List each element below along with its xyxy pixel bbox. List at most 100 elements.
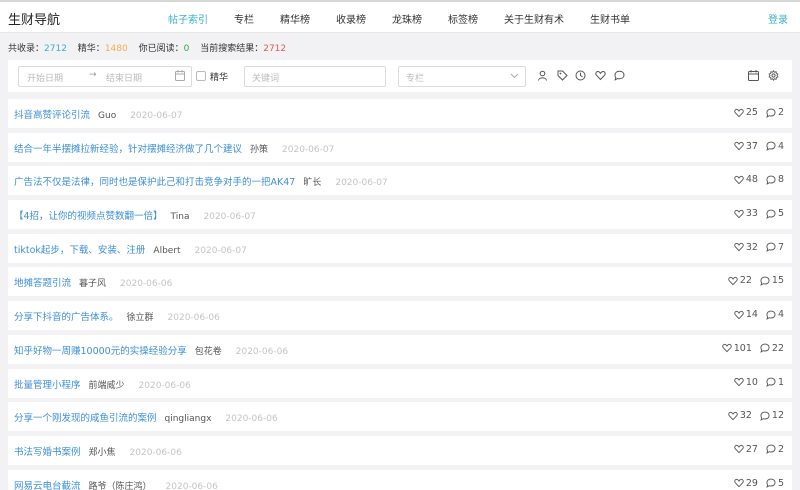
nav-about[interactable]: 关于生财有术: [504, 11, 564, 26]
essence-checkbox[interactable]: [196, 71, 206, 81]
brand-logo[interactable]: 生财导航: [8, 9, 60, 28]
comment-icon[interactable]: [766, 377, 776, 387]
comment-icon[interactable]: [766, 209, 776, 219]
nav-tag-rank[interactable]: 标签榜: [448, 11, 478, 26]
post-title-text[interactable]: 结合一年半摆摊拉新经验，针对摆摊经济做了几个建议: [14, 144, 242, 155]
login-link[interactable]: 登录: [768, 11, 788, 26]
post-author[interactable]: qingliangx: [165, 414, 212, 424]
heart-icon[interactable]: [734, 175, 744, 185]
post-author[interactable]: Guo: [98, 111, 116, 121]
post-author[interactable]: 徐立群: [127, 313, 154, 323]
post-title-text[interactable]: 书法写婚书案例: [14, 447, 81, 458]
post-author[interactable]: Albert: [153, 246, 180, 256]
post-author[interactable]: 郑小焦: [89, 448, 116, 458]
date-range-picker[interactable]: 开始日期 → 结束日期: [18, 66, 192, 87]
post-date: 2020-06-06: [225, 414, 278, 425]
heart-icon[interactable]: [734, 310, 744, 320]
post-title[interactable]: 【4招，让你的视频点赞数翻一倍】 Tina 2020-06-07: [14, 208, 256, 222]
post-title-text[interactable]: 分享一个刚发现的咸鱼引流的案例: [14, 413, 157, 424]
nav-essence-rank[interactable]: 精华榜: [280, 11, 310, 26]
list-item[interactable]: 分享下抖音的广告体系。 徐立群 2020-06-06 14 4: [8, 301, 792, 331]
nav-collect-rank[interactable]: 收录榜: [336, 11, 366, 26]
nav-posts-index[interactable]: 帖子索引: [168, 11, 208, 26]
heart-icon[interactable]: [734, 242, 744, 252]
post-author[interactable]: 前端威少: [89, 381, 125, 391]
post-author[interactable]: 包花卷: [195, 347, 222, 357]
post-title[interactable]: 结合一年半摆摊拉新经验，针对摆摊经济做了几个建议 孙策 2020-06-07: [14, 141, 334, 155]
list-item[interactable]: 网易云电台截流 路爷（陈庄鸿） 2020-06-06 29 5: [8, 469, 792, 490]
arrow-right-icon: →: [89, 70, 97, 80]
comment-icon[interactable]: [766, 310, 776, 320]
list-item[interactable]: 结合一年半摆摊拉新经验，针对摆摊经济做了几个建议 孙策 2020-06-07 37 …: [8, 132, 792, 162]
comment-icon[interactable]: [766, 108, 776, 118]
comment-icon[interactable]: [766, 242, 776, 253]
comment-icon[interactable]: [766, 478, 776, 488]
post-title[interactable]: 书法写婚书案例 郑小焦 2020-06-06: [14, 444, 182, 458]
comment-icon[interactable]: [766, 444, 776, 455]
list-item[interactable]: 【4招，让你的视频点赞数翻一倍】 Tina 2020-06-07 33 5: [8, 200, 792, 230]
post-title-text[interactable]: 抖音高赞评论引流: [14, 110, 90, 121]
nav-columns[interactable]: 专栏: [234, 11, 254, 26]
post-title-text[interactable]: 【4招，让你的视频点赞数翻一倍】: [14, 211, 163, 222]
clock-icon[interactable]: [575, 70, 586, 81]
post-title[interactable]: 分享一个刚发现的咸鱼引流的案例 qingliangx 2020-06-06: [14, 410, 278, 424]
settings-gear-icon[interactable]: [768, 70, 779, 81]
list-item[interactable]: 知乎好物一周赚10000元的实操经验分享 包花卷 2020-06-06 101 22: [8, 334, 792, 364]
post-author[interactable]: Tina: [171, 212, 190, 222]
column-select[interactable]: 专栏: [398, 66, 526, 87]
heart-icon[interactable]: [734, 141, 744, 151]
post-author[interactable]: 旷长: [303, 178, 321, 188]
post-title-text[interactable]: 地摊答题引流: [14, 278, 71, 289]
post-title[interactable]: 抖音高赞评论引流 Guo 2020-06-07: [14, 107, 183, 121]
calendar-view-icon[interactable]: [748, 70, 759, 81]
list-item[interactable]: 批量管理小程序 前端威少 2020-06-06 10 1: [8, 368, 792, 398]
post-title-text[interactable]: tiktok起步，下载、安装、注册: [14, 245, 145, 256]
list-item[interactable]: 书法写婚书案例 郑小焦 2020-06-06 27 2: [8, 435, 792, 465]
list-item[interactable]: tiktok起步，下载、安装、注册 Albert 2020-06-07 32 7: [8, 233, 792, 263]
heart-icon[interactable]: [734, 478, 744, 488]
comment-icon[interactable]: [760, 276, 770, 286]
post-title[interactable]: 知乎好物一周赚10000元的实操经验分享 包花卷 2020-06-06: [14, 343, 288, 357]
top-navbar: 生财导航 帖子索引 专栏 精华榜 收录榜 龙珠榜 标签榜 关于生财有术 生财书单…: [0, 0, 800, 33]
nav-dragonball-rank[interactable]: 龙珠榜: [392, 11, 422, 26]
heart-icon[interactable]: [728, 411, 738, 421]
post-title[interactable]: 地摊答题引流 暮子风 2020-06-06: [14, 275, 172, 289]
heart-filter-icon[interactable]: [595, 70, 606, 81]
list-item[interactable]: 地摊答题引流 暮子风 2020-06-06 22 15: [8, 267, 792, 297]
post-title[interactable]: 分享下抖音的广告体系。 徐立群 2020-06-06: [14, 309, 220, 323]
comment-filter-icon[interactable]: [614, 70, 625, 81]
post-date: 2020-06-07: [335, 178, 388, 189]
list-item[interactable]: 分享一个刚发现的咸鱼引流的案例 qingliangx 2020-06-06 32 1…: [8, 402, 792, 432]
list-item[interactable]: 广告法不仅是法律，同时也是保护此己和打击竞争对手的一把AK47 旷长 2020-06…: [8, 166, 792, 196]
comment-icon[interactable]: [766, 175, 776, 185]
nav-booklist[interactable]: 生财书单: [590, 11, 630, 26]
list-item[interactable]: 抖音高赞评论引流 Guo 2020-06-07 25 2: [8, 99, 792, 128]
post-title[interactable]: 广告法不仅是法律，同时也是保护此己和打击竞争对手的一把AK47 旷长 2020-06…: [14, 174, 388, 188]
post-date: 2020-06-06: [165, 481, 218, 490]
comment-icon[interactable]: [760, 343, 770, 354]
comment-icon[interactable]: [760, 411, 770, 421]
post-title-text[interactable]: 分享下抖音的广告体系。: [14, 312, 119, 323]
comment-count: 5: [777, 477, 784, 489]
keyword-input[interactable]: 关键词: [244, 66, 386, 87]
post-author[interactable]: 路爷（陈庄鸿）: [89, 482, 152, 490]
post-title[interactable]: tiktok起步，下载、安装、注册 Albert 2020-06-07: [14, 242, 247, 256]
post-list: 抖音高赞评论引流 Guo 2020-06-07 25 2 结合一年半摆摊拉新经验，针…: [8, 99, 792, 490]
heart-icon[interactable]: [734, 444, 744, 454]
post-title-text[interactable]: 批量管理小程序: [14, 380, 81, 391]
post-title[interactable]: 批量管理小程序 前端威少 2020-06-06: [14, 377, 191, 391]
heart-icon[interactable]: [728, 276, 738, 286]
post-author[interactable]: 暮子风: [79, 279, 106, 289]
heart-icon[interactable]: [722, 343, 732, 353]
tag-filter-icon[interactable]: [557, 70, 568, 81]
post-title-text[interactable]: 知乎好物一周赚10000元的实操经验分享: [14, 346, 187, 357]
post-title-text[interactable]: 广告法不仅是法律，同时也是保护此己和打击竞争对手的一把AK47: [14, 177, 295, 188]
post-title[interactable]: 网易云电台截流 路爷（陈庄鸿） 2020-06-06: [14, 478, 218, 490]
author-filter-icon[interactable]: [537, 70, 548, 81]
post-author[interactable]: 孙策: [250, 145, 268, 155]
heart-icon[interactable]: [734, 209, 744, 219]
post-title-text[interactable]: 网易云电台截流: [14, 481, 81, 490]
heart-icon[interactable]: [734, 377, 744, 387]
heart-icon[interactable]: [734, 108, 744, 118]
comment-icon[interactable]: [766, 141, 776, 152]
